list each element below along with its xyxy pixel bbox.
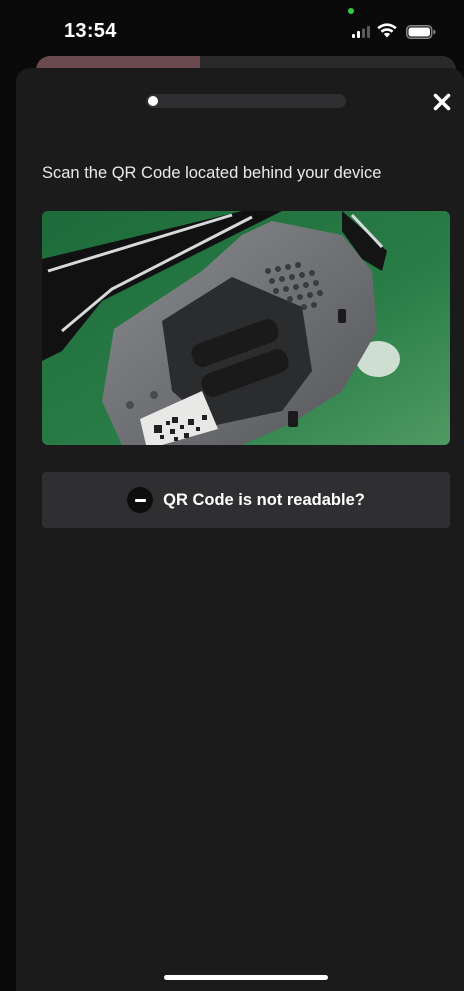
step-progress-bar [146, 94, 346, 108]
privacy-indicator-dot [348, 8, 354, 14]
device-back-photo [42, 211, 450, 445]
screen: 13:54 Scan the QR Code located behind yo… [0, 0, 464, 991]
qr-not-readable-button[interactable]: QR Code is not readable? [42, 472, 450, 528]
qr-not-readable-label: QR Code is not readable? [163, 490, 365, 509]
close-button[interactable] [428, 88, 456, 116]
wifi-icon [377, 23, 397, 38]
scan-instruction-text: Scan the QR Code located behind your dev… [42, 164, 382, 182]
home-indicator[interactable] [164, 975, 328, 980]
status-bar: 13:54 [0, 0, 464, 60]
minus-circle-icon [127, 487, 154, 513]
step-progress-fill [148, 96, 158, 106]
scan-qr-modal [16, 68, 464, 991]
minus-bar [134, 498, 146, 502]
close-icon [433, 93, 451, 111]
device-photo-illustration [42, 211, 450, 445]
cellular-signal-icon [352, 26, 370, 38]
battery-icon [406, 25, 436, 39]
status-time: 13:54 [64, 20, 117, 42]
